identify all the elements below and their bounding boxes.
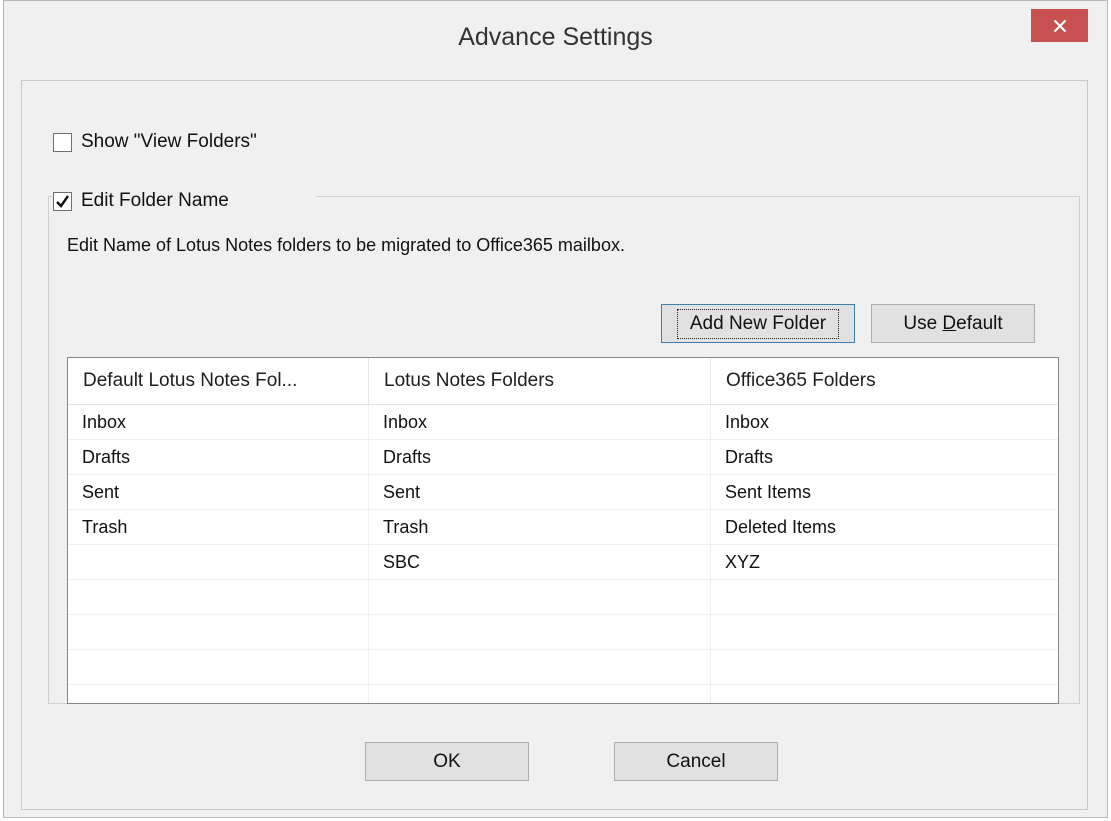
show-view-folders-label: Show "View Folders" (81, 131, 257, 152)
table-cell[interactable]: Deleted Items (711, 510, 1058, 544)
add-new-folder-label: Add New Folder (676, 308, 840, 339)
table-cell[interactable] (369, 580, 711, 614)
table-cell[interactable]: Trash (369, 510, 711, 544)
table-cell[interactable]: Inbox (68, 405, 369, 439)
close-button[interactable] (1031, 9, 1088, 42)
table-row[interactable] (68, 615, 1058, 650)
table-cell[interactable] (711, 650, 1058, 684)
table-cell[interactable] (68, 650, 369, 684)
use-default-prefix: Use (903, 312, 943, 334)
table-cell[interactable] (68, 685, 369, 703)
cancel-button[interactable]: Cancel (614, 742, 778, 781)
table-cell[interactable] (369, 650, 711, 684)
table-cell[interactable]: XYZ (711, 545, 1058, 579)
table-cell[interactable] (711, 580, 1058, 614)
column-header-default-folders[interactable]: Default Lotus Notes Fol... (68, 358, 369, 404)
use-default-suffix: efault (956, 312, 1003, 334)
table-cell[interactable] (711, 685, 1058, 703)
table-cell[interactable]: Sent (68, 475, 369, 509)
edit-folder-name-option[interactable]: Edit Folder Name (53, 190, 229, 212)
checkmark-icon (56, 194, 69, 208)
close-icon (1053, 19, 1066, 32)
group-description: Edit Name of Lotus Notes folders to be m… (67, 235, 625, 255)
table-row[interactable]: Sent Sent Sent Items (68, 475, 1058, 510)
table-cell[interactable]: Sent Items (711, 475, 1058, 509)
table-row[interactable] (68, 685, 1058, 703)
show-view-folders-option[interactable]: Show "View Folders" (53, 131, 257, 153)
dialog-body: Show "View Folders" Edit Folder Name Edi… (21, 80, 1088, 810)
table-row[interactable] (68, 650, 1058, 685)
edit-folder-name-checkbox[interactable] (53, 191, 72, 211)
use-default-mnemonic: D (942, 312, 957, 334)
table-row[interactable] (68, 580, 1058, 615)
use-default-label: Use Default (903, 313, 1002, 335)
table-cell[interactable]: Drafts (711, 440, 1058, 474)
table-cell[interactable] (369, 685, 711, 703)
edit-folder-name-label: Edit Folder Name (81, 190, 229, 211)
cancel-label: Cancel (666, 750, 726, 772)
ok-button[interactable]: OK (365, 742, 529, 781)
table-cell[interactable] (68, 545, 369, 579)
table-row[interactable]: Inbox Inbox Inbox (68, 405, 1058, 440)
table-row[interactable]: SBC XYZ (68, 545, 1058, 580)
ok-label: OK (433, 750, 461, 772)
show-view-folders-checkbox[interactable] (53, 132, 72, 152)
folder-mapping-table[interactable]: Default Lotus Notes Fol... Lotus Notes F… (67, 357, 1059, 704)
table-cell[interactable]: Sent (369, 475, 711, 509)
table-row[interactable]: Trash Trash Deleted Items (68, 510, 1058, 545)
table-cell[interactable] (68, 615, 369, 649)
table-header: Default Lotus Notes Fol... Lotus Notes F… (68, 358, 1058, 405)
table-cell[interactable] (68, 580, 369, 614)
table-cell[interactable]: Drafts (369, 440, 711, 474)
table-cell[interactable]: Drafts (68, 440, 369, 474)
advance-settings-dialog: Advance Settings Show "View Folders" Edi… (3, 0, 1108, 818)
column-header-lotus-notes-folders[interactable]: Lotus Notes Folders (369, 358, 711, 404)
add-new-folder-button[interactable]: Add New Folder (661, 304, 855, 343)
column-header-office365-folders[interactable]: Office365 Folders (711, 358, 1058, 404)
table-row[interactable]: Drafts Drafts Drafts (68, 440, 1058, 475)
use-default-button[interactable]: Use Default (871, 304, 1035, 343)
table-cell[interactable]: Trash (68, 510, 369, 544)
table-cell[interactable]: Inbox (369, 405, 711, 439)
dialog-title: Advance Settings (458, 23, 653, 51)
title-bar: Advance Settings (4, 1, 1107, 81)
table-cell[interactable] (711, 615, 1058, 649)
table-cell[interactable] (369, 615, 711, 649)
table-cell[interactable]: SBC (369, 545, 711, 579)
table-cell[interactable]: Inbox (711, 405, 1058, 439)
